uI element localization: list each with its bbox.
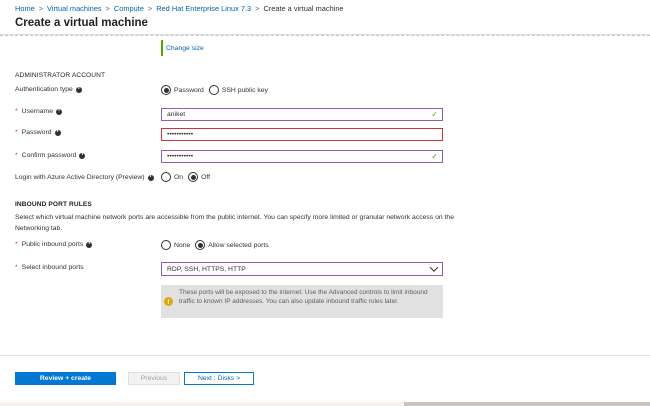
public-ports-none-radio[interactable]: None	[161, 240, 190, 250]
required-marker: *	[15, 129, 18, 136]
ports-warning-banner: ! These ports will be exposed to the int…	[161, 285, 443, 318]
breadcrumb-rhel[interactable]: Red Hat Enterprise Linux 7.3	[156, 4, 251, 13]
public-ports-allow-label: Allow selected ports	[208, 241, 269, 249]
confirm-password-input[interactable]: ••••••••••• ✓	[161, 150, 443, 163]
page-title: Create a virtual machine	[15, 17, 148, 29]
aad-login-radio-group: On Off	[161, 172, 215, 182]
required-marker: *	[15, 152, 18, 159]
inbound-rules-description: Select which virtual machine network por…	[15, 214, 454, 232]
username-input[interactable]: aniket ✓	[161, 108, 443, 121]
username-label: * Username i	[15, 108, 63, 115]
warning-stripe: !	[161, 285, 176, 318]
required-marker: *	[15, 108, 18, 115]
confirm-password-value: •••••••••••	[167, 153, 194, 160]
review-create-button[interactable]: Review + create	[15, 372, 116, 385]
password-label-text: Password	[21, 129, 52, 136]
breadcrumb-home[interactable]: Home	[15, 4, 35, 13]
public-ports-none-label: None	[174, 241, 191, 249]
auth-type-label: Authentication type i	[15, 86, 82, 93]
public-ports-radio-group: None Allow selected ports	[161, 240, 274, 250]
required-marker: *	[15, 241, 18, 248]
horizontal-scrollbar-track[interactable]	[0, 402, 404, 406]
aad-login-label: Login with Azure Active Directory (Previ…	[15, 174, 154, 181]
horizontal-scrollbar-thumb[interactable]	[404, 402, 650, 406]
check-icon: ✓	[431, 151, 438, 161]
change-size-link[interactable]: Change size	[166, 45, 204, 52]
check-icon: ✓	[431, 109, 438, 119]
breadcrumb-current: Create a virtual machine	[263, 4, 344, 13]
auth-type-ssh-label: SSH public key	[221, 86, 268, 94]
breadcrumb-separator: >	[38, 4, 44, 13]
next-disks-button[interactable]: Next : Disks >	[184, 372, 254, 385]
inbound-port-rules-heading: INBOUND PORT RULES	[15, 201, 92, 208]
public-ports-allow-radio[interactable]: Allow selected ports	[195, 240, 269, 250]
footer-divider	[0, 355, 650, 356]
info-icon[interactable]: i	[147, 174, 154, 181]
auth-type-radio-group: Password SSH public key	[161, 85, 273, 95]
confirm-password-label-text: Confirm password	[21, 152, 77, 159]
radio-selected-icon[interactable]	[195, 240, 206, 250]
auth-type-label-text: Authentication type	[15, 86, 73, 93]
info-icon[interactable]: i	[86, 241, 93, 248]
aad-login-on-label: On	[174, 173, 184, 181]
select-ports-label: * Select inbound ports	[15, 264, 84, 271]
radio-selected-icon[interactable]	[188, 172, 199, 182]
radio-unselected-icon[interactable]	[161, 240, 171, 250]
breadcrumb: Home > Virtual machines > Compute > Red Hat En…	[15, 4, 344, 13]
select-inbound-ports-dropdown[interactable]: RDP, SSH, HTTPS, HTTP	[161, 262, 443, 276]
admin-account-heading: ADMINISTRATOR ACCOUNT	[15, 72, 106, 79]
warning-text: These ports will be exposed to the inter…	[179, 289, 428, 305]
auth-type-password-label: Password	[174, 86, 204, 94]
password-value: •••••••••••	[167, 131, 194, 138]
previous-button[interactable]: Previous	[128, 372, 180, 385]
aad-login-off-label: Off	[201, 173, 211, 181]
select-ports-value: RDP, SSH, HTTPS, HTTP	[167, 265, 246, 273]
auth-type-ssh-radio[interactable]: SSH public key	[208, 85, 268, 95]
breadcrumb-separator: >	[147, 4, 153, 13]
warning-icon: !	[164, 297, 173, 306]
confirm-password-label: * Confirm password i	[15, 152, 86, 159]
username-value: aniket	[167, 111, 186, 118]
info-icon[interactable]: i	[56, 108, 63, 115]
scroll-top-divider	[0, 35, 650, 36]
aad-login-label-text: Login with Azure Active Directory (Previ…	[15, 174, 145, 181]
breadcrumb-compute[interactable]: Compute	[114, 4, 144, 13]
public-ports-label-text: Public inbound ports	[21, 241, 84, 248]
radio-selected-icon[interactable]	[161, 85, 171, 95]
select-ports-label-text: Select inbound ports	[21, 264, 84, 271]
radio-unselected-icon[interactable]	[161, 172, 171, 182]
aad-login-on-radio[interactable]: On	[161, 172, 183, 182]
radio-unselected-icon[interactable]	[208, 85, 219, 95]
info-icon[interactable]: i	[54, 129, 61, 136]
info-icon[interactable]: i	[75, 86, 82, 93]
username-label-text: Username	[21, 108, 54, 115]
auth-type-password-radio[interactable]: Password	[161, 85, 204, 95]
info-icon[interactable]: i	[79, 152, 86, 159]
breadcrumb-separator: >	[105, 4, 110, 13]
required-marker: *	[15, 264, 18, 271]
aad-login-off-radio[interactable]: Off	[188, 172, 210, 182]
valid-indicator-bar	[161, 40, 163, 56]
breadcrumb-separator: >	[255, 4, 260, 13]
chevron-down-icon[interactable]	[429, 263, 439, 272]
public-ports-label: * Public inbound ports i	[15, 241, 93, 248]
password-input[interactable]: •••••••••••	[161, 128, 443, 141]
breadcrumb-virtual-machines[interactable]: Virtual machines	[47, 4, 102, 13]
password-label: * Password i	[15, 129, 61, 136]
